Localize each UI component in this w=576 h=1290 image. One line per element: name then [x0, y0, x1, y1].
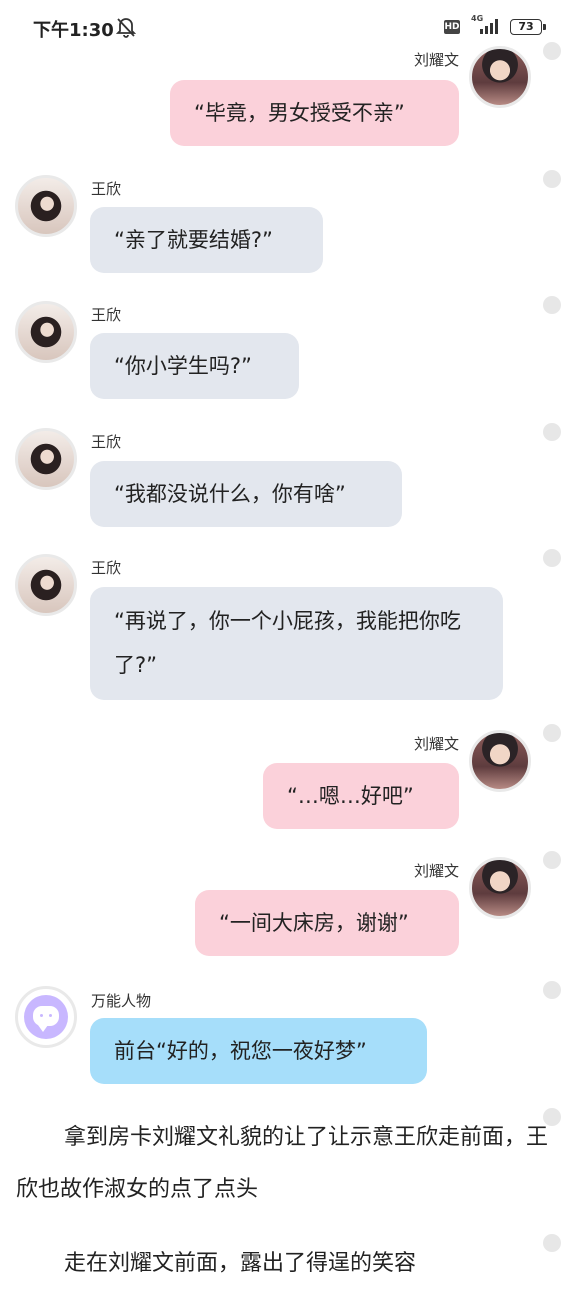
avatar-wang-xin[interactable]: [15, 175, 77, 237]
message-bubble[interactable]: “毕竟，男女授受不亲”: [170, 80, 459, 146]
timeline-dot[interactable]: [543, 724, 561, 742]
speaker-name: 刘耀文: [413, 735, 459, 753]
message-bubble[interactable]: “…嗯…好吧”: [263, 763, 459, 829]
message-bubble[interactable]: “一间大床房，谢谢”: [195, 890, 459, 956]
battery-indicator: 73: [510, 19, 546, 35]
timeline-dot[interactable]: [543, 170, 561, 188]
message-bubble[interactable]: “再说了，你一个小屁孩，我能把你吃了?”: [90, 587, 503, 700]
message-bubble[interactable]: “你小学生吗?”: [90, 333, 299, 399]
avatar-wanneng[interactable]: [15, 986, 77, 1048]
bell-off-icon: [116, 18, 136, 38]
timeline-dot[interactable]: [543, 42, 561, 60]
timeline-dot[interactable]: [543, 981, 561, 999]
timeline-dot[interactable]: [543, 549, 561, 567]
speaker-name: 万能人物: [91, 992, 152, 1010]
status-bar: 下午1:30 HD 4G 73: [0, 0, 576, 52]
speaker-name: 王欣: [91, 306, 122, 324]
narration-paragraph: 拿到房卡刘耀文礼貌的让了让示意王欣走前面，王欣也故作淑女的点了点头: [16, 1125, 549, 1202]
avatar-wang-xin[interactable]: [15, 301, 77, 363]
message-bubble[interactable]: “我都没说什么，你有啥”: [90, 461, 402, 527]
avatar-wang-xin[interactable]: [15, 428, 77, 490]
narration-paragraph: 走在刘耀文前面，露出了得逞的笑容: [64, 1251, 417, 1276]
status-time: 下午1:30: [33, 20, 114, 41]
timeline-dot[interactable]: [543, 423, 561, 441]
speaker-name: 王欣: [91, 180, 122, 198]
speaker-name: 刘耀文: [413, 862, 459, 880]
speaker-name: 王欣: [91, 433, 122, 451]
avatar-wang-xin[interactable]: [15, 554, 77, 616]
speaker-name: 刘耀文: [413, 51, 459, 69]
message-bubble[interactable]: “亲了就要结婚?”: [90, 207, 323, 273]
message-bubble[interactable]: 前台“好的，祝您一夜好梦”: [90, 1018, 427, 1084]
speaker-name: 王欣: [91, 559, 122, 577]
timeline-dot[interactable]: [543, 851, 561, 869]
chat-bubble-icon: [33, 1006, 59, 1032]
hd-badge: HD: [444, 20, 460, 34]
signal-icon: [480, 19, 498, 34]
timeline-dot[interactable]: [543, 296, 561, 314]
avatar-liu-yaowen[interactable]: [469, 46, 531, 108]
avatar-liu-yaowen[interactable]: [469, 857, 531, 919]
avatar-liu-yaowen[interactable]: [469, 730, 531, 792]
